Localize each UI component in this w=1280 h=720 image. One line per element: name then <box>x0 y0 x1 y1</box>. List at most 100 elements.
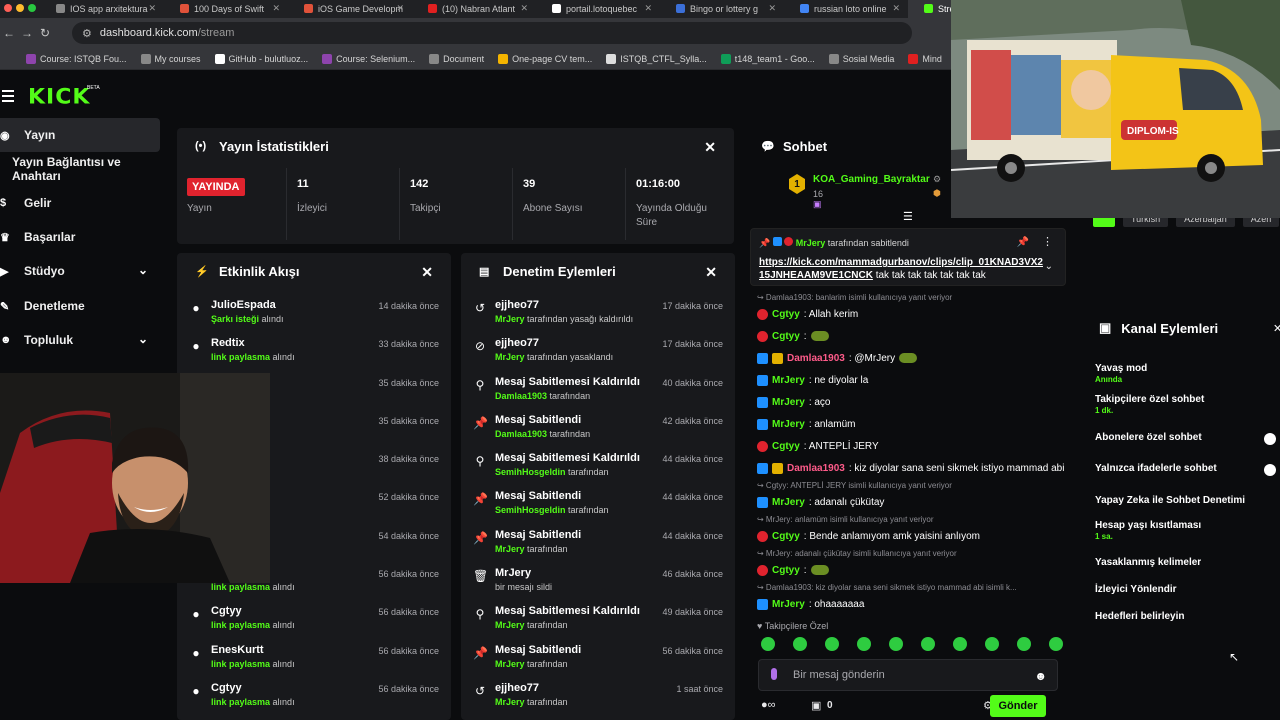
activity-user[interactable]: Redtix <box>211 337 245 349</box>
moderation-row[interactable]: ⚲ Mesaj Sabitlemesi Kaldırıldı Damlaa1903 … <box>461 370 735 408</box>
bookmark-item[interactable]: Document <box>429 53 484 64</box>
channel-action-item[interactable]: Takipçilere özel sohbet 1 dk. <box>1095 394 1204 415</box>
more-options-icon[interactable]: ⋮ <box>1042 235 1053 248</box>
infinity-icon[interactable]: ●∞ <box>761 699 776 711</box>
chat-username[interactable]: Cgtyy <box>772 565 800 576</box>
moderation-row[interactable]: 📌 Mesaj Sabitlendi Damlaa1903 tarafından 42… <box>461 408 735 446</box>
emote-picker-icon[interactable] <box>1049 637 1063 651</box>
activity-row[interactable]: ● JulioEspada Şarkı isteği alındı 14 dakika… <box>177 293 451 331</box>
gift-icon[interactable]: ▣ <box>811 699 821 712</box>
toggle-switch[interactable] <box>1264 464 1276 476</box>
moderation-actor[interactable]: Damlaa1903 <box>495 429 547 439</box>
chat-username[interactable]: Cgtyy <box>772 309 800 320</box>
emote-picker-icon[interactable] <box>793 637 807 651</box>
moderation-actor[interactable]: MrJery <box>495 659 525 669</box>
send-button[interactable]: Gönder <box>990 695 1046 717</box>
close-icon[interactable]: ✕ <box>705 264 717 281</box>
chevron-down-icon[interactable]: ⌄ <box>1045 261 1053 272</box>
close-icon[interactable]: ✕ <box>421 264 433 281</box>
tab-close-icon[interactable]: ✕ <box>892 3 900 14</box>
site-info-icon[interactable]: ⚙ <box>82 27 92 40</box>
moderation-actor[interactable]: SemihHosgeldin <box>495 505 566 515</box>
channel-action-item[interactable]: Yalnızca ifadelerle sohbet <box>1095 463 1217 474</box>
chat-message-input[interactable]: Bir mesaj gönderin ☻ <box>758 659 1058 691</box>
chat-username[interactable]: Cgtyy <box>772 441 800 452</box>
browser-tab[interactable]: IOS app arxitektura ✕ <box>40 0 164 18</box>
browser-tab[interactable]: Bingo or lottery g ✕ <box>660 0 784 18</box>
bookmark-item[interactable]: Mind <box>908 53 942 64</box>
chat-message[interactable]: MrJery: anlamüm <box>757 413 1073 435</box>
top-supporter-name[interactable]: KOA_Gaming_Bayraktar <box>813 174 930 185</box>
toggle-switch[interactable] <box>1264 433 1276 445</box>
menu-icon[interactable] <box>2 90 14 105</box>
chat-username[interactable]: MrJery <box>772 397 805 408</box>
chat-message[interactable]: Cgtyy: <box>757 325 1073 347</box>
emote-picker-icon[interactable] <box>1017 637 1031 651</box>
chat-message[interactable]: Cgtyy: ANTEPLİ JERY <box>757 435 1073 457</box>
tab-close-icon[interactable]: ✕ <box>148 3 156 14</box>
chat-username[interactable]: MrJery <box>772 419 805 430</box>
chat-username[interactable]: MrJery <box>772 497 805 508</box>
tab-close-icon[interactable]: ✕ <box>768 3 776 14</box>
bookmark-item[interactable]: t148_team1 - Goo... <box>720 53 815 64</box>
emote-picker-icon[interactable] <box>761 637 775 651</box>
forward-icon[interactable]: → <box>18 26 36 40</box>
emote-picker-icon[interactable] <box>889 637 903 651</box>
reload-icon[interactable]: ↻ <box>36 26 54 40</box>
chat-username[interactable]: MrJery <box>772 599 805 610</box>
mic-icon[interactable] <box>771 668 777 680</box>
chat-message[interactable]: Damlaa1903: kiz diyolar sana seni sikmek… <box>757 457 1073 479</box>
activity-user[interactable]: EnesKurtt <box>211 644 264 656</box>
close-window-icon[interactable] <box>4 4 12 12</box>
moderation-actor[interactable]: MrJery <box>495 620 525 630</box>
moderation-row[interactable]: 📌 Mesaj Sabitlendi MrJery tarafından 56 dak… <box>461 638 735 676</box>
browser-tab[interactable]: portail.lotoquebec ✕ <box>536 0 660 18</box>
sidebar-item[interactable]: ♛ Başarılar <box>0 220 160 254</box>
kick-logo[interactable]: KICK <box>28 86 90 110</box>
moderation-actor[interactable]: MrJery <box>495 544 525 554</box>
chat-message[interactable]: MrJery: ohaaaaaaa <box>757 593 1073 615</box>
close-icon[interactable]: ✕ <box>704 139 716 156</box>
close-icon[interactable]: ✕ <box>1273 322 1280 335</box>
tab-close-icon[interactable]: ✕ <box>396 3 404 14</box>
emote-picker-icon[interactable] <box>953 637 967 651</box>
moderation-row[interactable]: 📌 Mesaj Sabitlendi SemihHosgeldin tarafınd… <box>461 484 735 522</box>
emote-picker-icon[interactable] <box>825 637 839 651</box>
moderation-row[interactable]: ↺ ejjheo77 MrJery tarafından yasağı kaldır… <box>461 293 735 331</box>
bookmark-item[interactable]: My courses <box>140 53 201 64</box>
activity-row[interactable]: ● Cgtyy link paylasma alındı 56 dakika önce <box>177 599 451 637</box>
chat-message[interactable]: Cgtyy: Bende anlamıyom amk yaisini anlıy… <box>757 525 1073 547</box>
pinned-message[interactable]: 📌 MrJery tarafından sabitlendi 📌 ⋮ ⌄ htt… <box>750 228 1066 286</box>
moderation-row[interactable]: 🗑 MrJery bir mesajı sildi 46 dakika önce <box>461 561 735 599</box>
sidebar-item[interactable]: $ Gelir <box>0 186 160 220</box>
browser-tab[interactable]: iOS Game Developm ✕ <box>288 0 412 18</box>
emote-picker-icon[interactable] <box>985 637 999 651</box>
chat-username[interactable]: Cgtyy <box>772 331 800 342</box>
chat-username[interactable]: Damlaa1903 <box>787 353 845 364</box>
channel-action-item[interactable]: Abonelere özel sohbet <box>1095 432 1202 443</box>
bookmark-item[interactable]: Course: Selenium... <box>322 53 415 64</box>
activity-row[interactable]: ● Cgtyy link paylasma alındı 56 dakika önce <box>177 676 451 714</box>
chat-message[interactable]: Cgtyy: <box>757 559 1073 581</box>
bookmark-item[interactable]: ISTQB_CTFL_Sylla... <box>606 53 707 64</box>
sidebar-item[interactable]: ◉ Yayın <box>0 118 160 152</box>
moderation-actor[interactable]: MrJery <box>495 314 525 324</box>
channel-action-item[interactable]: Yasaklanmış kelimeler <box>1095 557 1201 568</box>
tab-close-icon[interactable]: ✕ <box>272 3 280 14</box>
moderation-actor[interactable]: SemihHosgeldin <box>495 467 566 477</box>
chevron-down-icon[interactable]: ⌄ <box>138 332 148 346</box>
bookmark-item[interactable]: GitHub - bulutluoz... <box>214 53 308 64</box>
activity-row[interactable]: ● Redtix link paylasma alındı 33 dakika önc… <box>177 331 451 369</box>
bookmark-item[interactable]: Course: ISTQB Fou... <box>26 53 127 64</box>
bookmark-item[interactable]: One-page CV tem... <box>498 53 592 64</box>
emote-picker-icon[interactable] <box>921 637 935 651</box>
emote-picker-icon[interactable] <box>857 637 871 651</box>
chat-username[interactable]: MrJery <box>772 375 805 386</box>
channel-action-item[interactable]: Hedefleri belirleyin <box>1095 611 1184 622</box>
chat-message[interactable]: MrJery: ne diyolar la <box>757 369 1073 391</box>
moderation-actor[interactable]: MrJery <box>495 352 525 362</box>
tab-close-icon[interactable]: ✕ <box>520 3 528 14</box>
chevron-down-icon[interactable]: ⌄ <box>138 263 148 277</box>
moderation-actor[interactable]: Damlaa1903 <box>495 391 547 401</box>
chat-message[interactable]: MrJery: aço <box>757 391 1073 413</box>
